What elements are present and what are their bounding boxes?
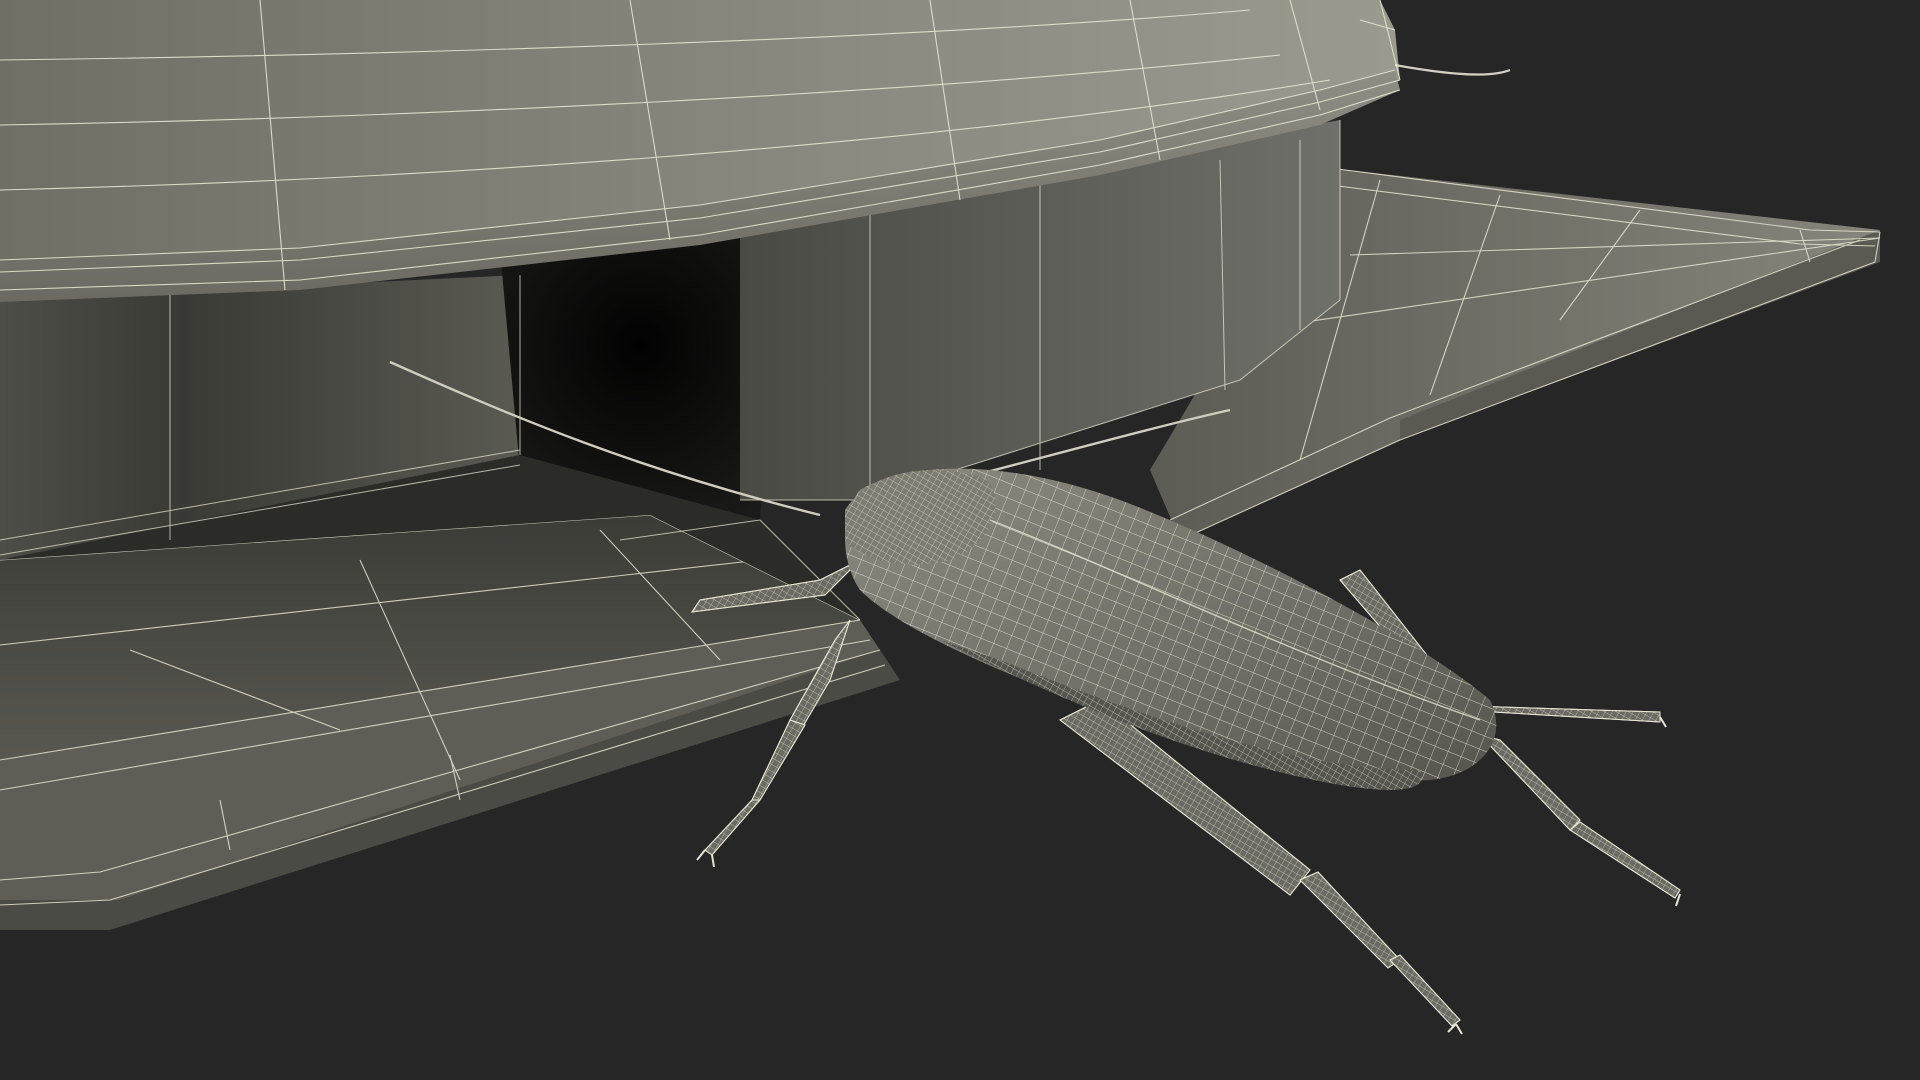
trap-base-plate: [0, 514, 900, 930]
wireframe-render: [0, 0, 1881, 1035]
render-viewport: [0, 0, 1920, 1080]
